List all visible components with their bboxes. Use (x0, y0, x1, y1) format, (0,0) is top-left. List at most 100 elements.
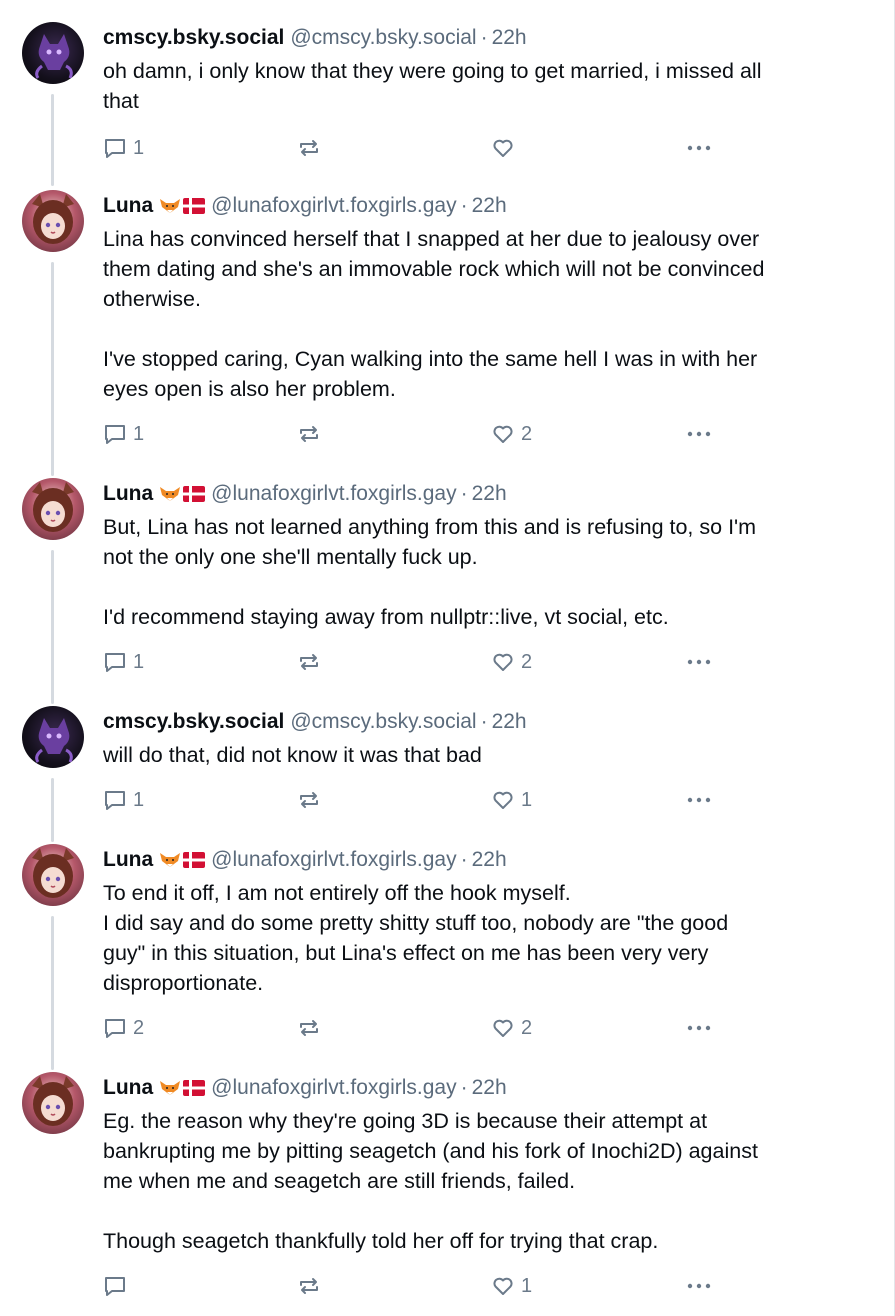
more-options-icon (687, 145, 711, 151)
post-header: Luna @lunafoxgirlvt.foxgirls.gay · 22h (103, 1072, 863, 1104)
heart-icon (493, 139, 513, 157)
post-header: Luna @lunafoxgirlvt.foxgirls.gay · 22h (103, 190, 863, 222)
avatar[interactable] (22, 22, 84, 84)
like-button[interactable]: 1 (491, 785, 532, 815)
repost-icon (300, 792, 318, 808)
reply-button[interactable]: 1 (103, 419, 144, 449)
denmark-flag-icon (183, 852, 206, 868)
thread-feed: cmscy.bsky.social @cmscy.bsky.social · 2… (0, 0, 895, 1316)
author-handle[interactable]: @lunafoxgirlvt.foxgirls.gay (211, 478, 456, 510)
more-options-button[interactable] (685, 1013, 713, 1043)
post-text: Eg. the reason why they're going 3D is b… (103, 1109, 758, 1253)
repost-icon (300, 140, 318, 156)
post-text: will do that, did not know it was that b… (103, 743, 482, 767)
repost-button[interactable] (297, 419, 327, 449)
reply-icon (105, 1019, 125, 1038)
separator: · (460, 1076, 468, 1099)
more-options-button[interactable] (685, 133, 713, 163)
reply-button[interactable]: 1 (103, 785, 144, 815)
post-text: To end it off, I am not entirely off the… (103, 881, 729, 995)
avatar[interactable] (22, 706, 84, 768)
foxgirl-avatar-image (32, 848, 74, 898)
post-actions: 1 2 (103, 419, 723, 449)
more-options-icon (687, 1025, 711, 1031)
repost-button[interactable] (297, 647, 327, 677)
repost-button[interactable] (297, 133, 327, 163)
avatar[interactable] (22, 844, 84, 906)
author-handle[interactable]: @lunafoxgirlvt.foxgirls.gay (211, 190, 456, 222)
author-emoji (159, 197, 206, 215)
repost-button[interactable] (297, 1013, 327, 1043)
timestamp[interactable]: 22h (472, 1072, 507, 1104)
avatar[interactable] (22, 1072, 84, 1134)
heart-icon (493, 653, 513, 671)
reply-button[interactable] (103, 1271, 133, 1301)
post-header: cmscy.bsky.social @cmscy.bsky.social · 2… (103, 706, 863, 738)
author-name[interactable]: cmscy.bsky.social (103, 22, 284, 54)
post[interactable]: Luna @lunafoxgirlvt.foxgirls.gay · 22h E… (0, 1072, 895, 1316)
separator: · (460, 848, 468, 871)
reply-icon (105, 653, 125, 672)
fox-emoji-icon (160, 199, 181, 213)
like-button[interactable]: 2 (491, 1013, 532, 1043)
more-options-button[interactable] (685, 419, 713, 449)
repost-button[interactable] (297, 1271, 327, 1301)
repost-icon (300, 1278, 318, 1294)
post-text: Lina has convinced herself that I snappe… (103, 227, 765, 401)
more-options-button[interactable] (685, 647, 713, 677)
foxgirl-avatar-image (32, 1076, 74, 1126)
author-handle[interactable]: @lunafoxgirlvt.foxgirls.gay (211, 1072, 456, 1104)
thread-line (51, 262, 54, 476)
timestamp[interactable]: 22h (472, 478, 507, 510)
author-handle[interactable]: @lunafoxgirlvt.foxgirls.gay (211, 844, 456, 876)
like-count: 2 (521, 422, 533, 445)
author-name[interactable]: Luna (103, 478, 153, 510)
timestamp[interactable]: 22h (492, 706, 527, 738)
reply-count: 1 (133, 136, 145, 159)
reply-count: 1 (133, 422, 145, 445)
like-button[interactable]: 2 (491, 647, 532, 677)
author-handle[interactable]: @cmscy.bsky.social (290, 22, 476, 54)
avatar[interactable] (22, 190, 84, 252)
author-handle[interactable]: @cmscy.bsky.social (290, 706, 476, 738)
reply-icon (105, 791, 125, 810)
post[interactable]: Luna @lunafoxgirlvt.foxgirls.gay · 22h L… (0, 190, 895, 478)
timestamp[interactable]: 22h (472, 844, 507, 876)
separator: · (480, 26, 488, 49)
like-button[interactable] (491, 133, 521, 163)
timestamp[interactable]: 22h (472, 190, 507, 222)
timestamp[interactable]: 22h (492, 22, 527, 54)
foxgirl-avatar-image (32, 482, 74, 532)
thread-line (51, 94, 54, 186)
repost-icon (300, 654, 318, 670)
more-options-button[interactable] (685, 1271, 713, 1301)
purple-cat-avatar-image (35, 718, 73, 763)
repost-icon (300, 426, 318, 442)
foxgirl-avatar-image (32, 194, 74, 244)
author-emoji (159, 485, 206, 503)
reply-count: 1 (133, 788, 145, 811)
author-name[interactable]: Luna (103, 844, 153, 876)
denmark-flag-icon (183, 1080, 206, 1096)
like-button[interactable]: 2 (491, 419, 532, 449)
post-actions: 1 1 (103, 785, 723, 815)
author-name[interactable]: Luna (103, 190, 153, 222)
like-button[interactable]: 1 (491, 1271, 532, 1301)
thread-line (51, 550, 54, 704)
reply-count: 1 (133, 650, 145, 673)
post-actions: 1 (103, 133, 723, 163)
reply-button[interactable]: 2 (103, 1013, 144, 1043)
reply-button[interactable]: 1 (103, 133, 144, 163)
author-name[interactable]: Luna (103, 1072, 153, 1104)
more-options-icon (687, 659, 711, 665)
post[interactable]: cmscy.bsky.social @cmscy.bsky.social · 2… (0, 706, 895, 844)
more-options-button[interactable] (685, 785, 713, 815)
post[interactable]: cmscy.bsky.social @cmscy.bsky.social · 2… (0, 22, 895, 188)
post[interactable]: Luna @lunafoxgirlvt.foxgirls.gay · 22h B… (0, 478, 895, 706)
heart-icon (493, 1019, 513, 1037)
post[interactable]: Luna @lunafoxgirlvt.foxgirls.gay · 22h T… (0, 844, 895, 1072)
reply-button[interactable]: 1 (103, 647, 144, 677)
author-name[interactable]: cmscy.bsky.social (103, 706, 284, 738)
avatar[interactable] (22, 478, 84, 540)
repost-button[interactable] (297, 785, 327, 815)
